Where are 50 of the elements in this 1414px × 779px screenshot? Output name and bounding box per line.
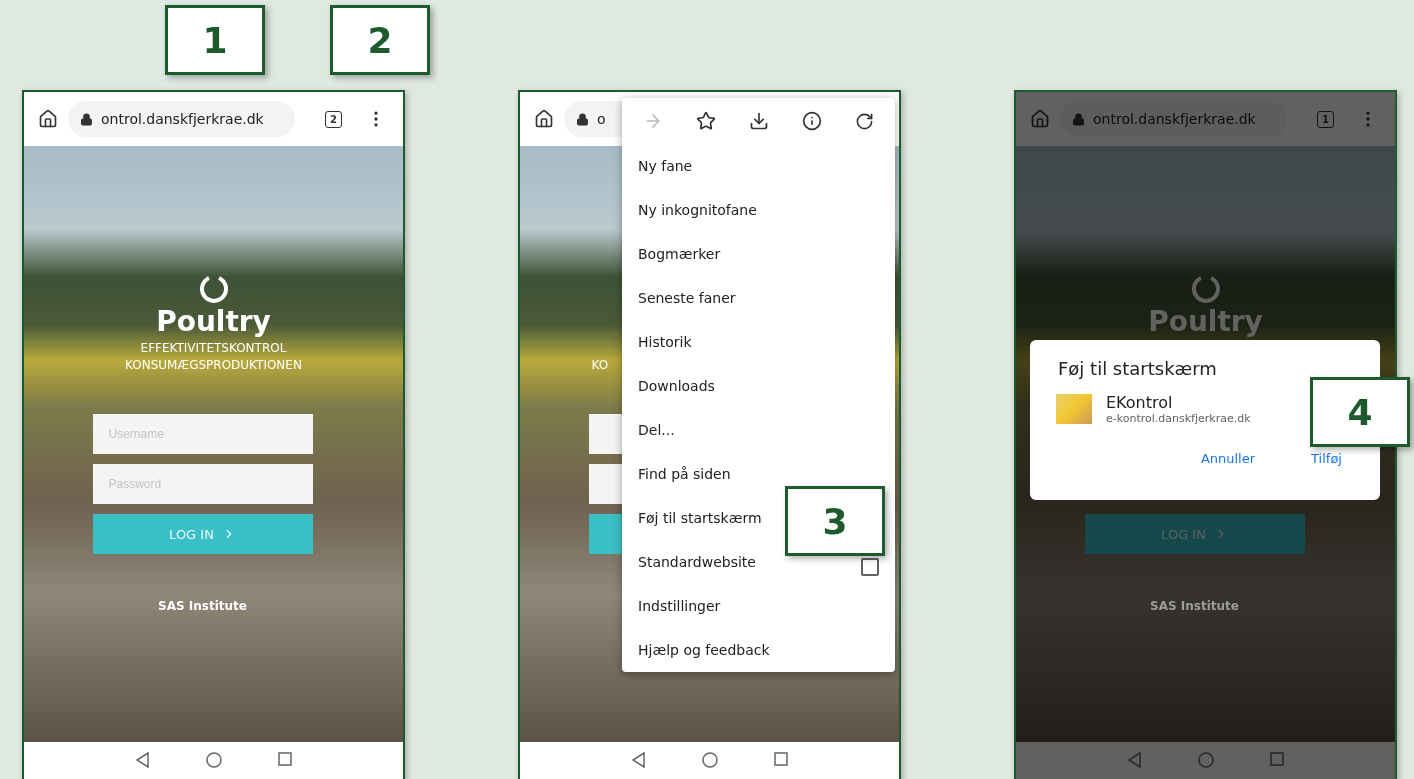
- tab-count[interactable]: 2: [325, 110, 342, 128]
- download-icon[interactable]: [748, 111, 769, 131]
- app-name: EKontrol: [1106, 393, 1174, 412]
- lock-icon: [80, 112, 93, 126]
- ring-logo-icon: [1190, 274, 1221, 304]
- menu-item[interactable]: Indstillinger: [638, 598, 721, 614]
- back-icon[interactable]: [1127, 752, 1142, 768]
- recents-icon[interactable]: [277, 752, 292, 766]
- menu-item[interactable]: Historik: [638, 334, 692, 350]
- address-bar[interactable]: ontrol.danskfjerkrae.dk: [68, 101, 295, 137]
- app-title: Poultry: [1148, 304, 1263, 340]
- back-icon[interactable]: [631, 752, 646, 768]
- dialog-button[interactable]: Tilføj: [1311, 451, 1342, 466]
- app-title: Poultry: [156, 304, 271, 340]
- menu-item[interactable]: Find på siden: [638, 466, 731, 482]
- app-subtitle: EFFEKTIVITETSKONTROL: [139, 340, 288, 357]
- footer-text: SAS Institute: [1150, 598, 1239, 614]
- reload-icon[interactable]: [855, 111, 875, 131]
- back-icon[interactable]: [135, 752, 150, 768]
- menu-item[interactable]: Bogmærker: [638, 246, 721, 262]
- home-icon[interactable]: [534, 109, 554, 129]
- menu-item[interactable]: Hjælp og feedback: [638, 642, 770, 658]
- step-number-callout: 4: [1310, 377, 1410, 447]
- menu-item[interactable]: Føj til startskærm: [638, 510, 762, 526]
- home-icon[interactable]: [38, 109, 58, 129]
- photo-placeholder: [1056, 394, 1092, 424]
- star-icon[interactable]: [695, 111, 716, 131]
- step-number-callout: 3: [785, 486, 885, 556]
- home-icon[interactable]: [701, 752, 718, 768]
- recents-icon[interactable]: [773, 752, 788, 766]
- home-icon[interactable]: [205, 752, 222, 768]
- lock-icon: [1072, 112, 1085, 126]
- app-subtitle: KO: [591, 357, 610, 374]
- menu-item[interactable]: Downloads: [638, 378, 715, 394]
- step-number-callout: 2: [330, 5, 430, 75]
- lock-icon: [576, 112, 589, 126]
- app-url: e-kontrol.danskfjerkrae.dk: [1106, 412, 1251, 425]
- menu-item[interactable]: Standardwebsite: [638, 554, 756, 570]
- ring-logo-icon: [198, 274, 229, 304]
- checkbox[interactable]: [861, 558, 879, 576]
- step-number-callout: 1: [165, 5, 265, 75]
- dialog-title: Føj til startskærm: [1058, 358, 1218, 379]
- dialog-button[interactable]: Annuller: [1200, 451, 1256, 466]
- menu-item[interactable]: Del...: [638, 422, 675, 438]
- info-icon[interactable]: [802, 111, 823, 131]
- menu-item[interactable]: Ny fane: [638, 158, 693, 174]
- menu-item[interactable]: Ny inkognitofane: [638, 202, 757, 218]
- menu-item[interactable]: Seneste faner: [638, 290, 736, 306]
- app-subtitle: KONSUMÆGSPRODUKTIONEN: [124, 357, 303, 374]
- footer-text: SAS Institute: [158, 598, 247, 614]
